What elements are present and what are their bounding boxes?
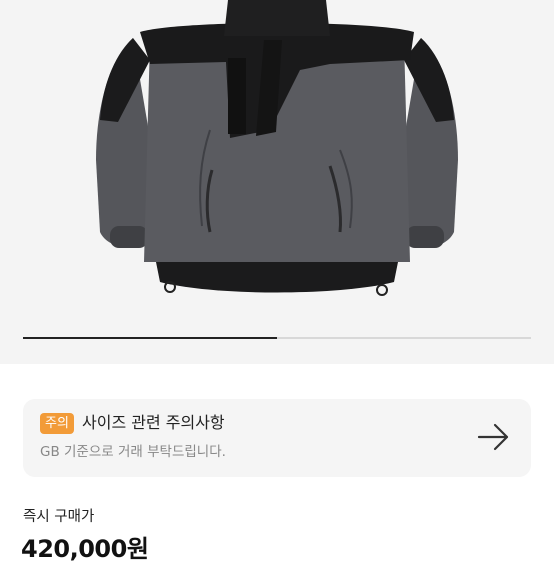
notice-title: 사이즈 관련 주의사항 [82, 413, 225, 432]
caution-badge: 주의 [40, 413, 74, 434]
product-image-area[interactable] [0, 0, 554, 364]
instant-buy-price: 420,000원 [21, 535, 149, 563]
instant-buy-label: 즉시 구매가 [23, 509, 95, 525]
carousel-progress-fill [23, 337, 277, 339]
size-notice-card[interactable]: 주의 사이즈 관련 주의사항 GB 기준으로 거래 부탁드립니다. [23, 399, 531, 477]
product-image[interactable] [0, 0, 554, 364]
notice-description: GB 기준으로 거래 부탁드립니다. [40, 444, 226, 460]
arrow-right-icon[interactable] [477, 421, 511, 453]
section-divider [0, 364, 554, 376]
carousel-progress-track [23, 337, 531, 339]
